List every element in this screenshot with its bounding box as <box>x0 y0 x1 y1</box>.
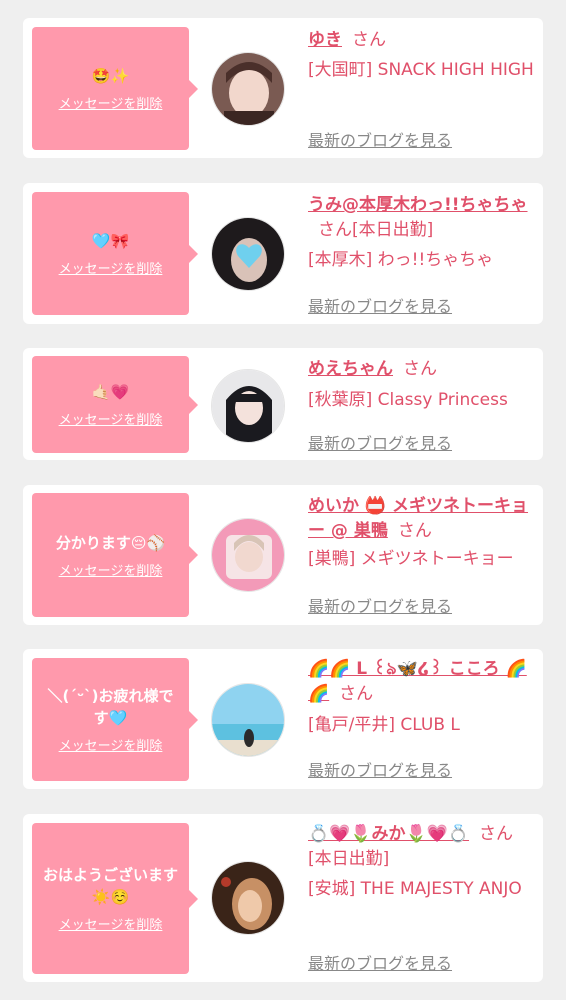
message-text: ＼(ˊᵕˋ)お疲れ様です🩵 <box>47 687 174 727</box>
shop-label: [秋葉原] Classy Princess <box>308 390 508 410</box>
profile-name-link[interactable]: ゆき <box>308 30 342 50</box>
delete-message-link[interactable]: メッセージを削除 <box>59 409 163 428</box>
message-bubble: ＼(ˊᵕˋ)お疲れ様です🩵 メッセージを削除 <box>32 658 198 781</box>
shop-label: [大国町] SNACK HIGH HIGH <box>308 60 534 80</box>
message-bubble: おはようございます☀️☺️ メッセージを削除 <box>32 823 198 974</box>
honorific: さん <box>479 824 514 844</box>
profile-info: めえちゃん さん [秋葉原] Classy Princess <box>308 357 536 414</box>
avatar[interactable] <box>211 217 285 291</box>
shop-label: [本厚木] わっ!!ちゃちゃ <box>308 250 494 270</box>
message-bubble: 🤩✨ メッセージを削除 <box>32 27 198 150</box>
honorific: さん <box>403 359 437 379</box>
message-list: 🤩✨ メッセージを削除 ゆき さん [大国町] SNACK HIGH HIGH 最… <box>0 0 566 1000</box>
message-bubble: 🤙🏻💗 メッセージを削除 <box>32 356 198 453</box>
shop-label: [亀戸/平井] CLUB L <box>308 715 460 735</box>
delete-message-link[interactable]: メッセージを削除 <box>59 914 163 933</box>
honorific: さん <box>318 220 352 240</box>
honorific: さん <box>397 521 432 541</box>
avatar[interactable] <box>211 861 285 935</box>
blog-link[interactable]: 最新のブログを見る <box>308 950 452 974</box>
delete-message-link[interactable]: メッセージを削除 <box>59 560 163 579</box>
message-text: 🩵🎀 <box>91 232 130 250</box>
blog-link[interactable]: 最新のブログを見る <box>308 127 452 151</box>
avatar[interactable] <box>211 683 285 757</box>
blog-link[interactable]: 最新のブログを見る <box>308 293 452 317</box>
profile-info: めいか 📛 メギツネトーキョー @ 巣鴨 さん [巣鴨] メギツネトーキョー <box>308 494 536 573</box>
delete-message-link[interactable]: メッセージを削除 <box>59 258 163 277</box>
shop-label: [安城] THE MAJESTY ANJO <box>308 879 522 899</box>
blog-link[interactable]: 最新のブログを見る <box>308 593 452 617</box>
profile-info: うみ@本厚木わっ!!ちゃちゃさん[本日出勤] [本厚木] わっ!!ちゃちゃ <box>308 193 536 274</box>
message-bubble: 🩵🎀 メッセージを削除 <box>32 192 198 315</box>
message-bubble: 分かります😔⚾ メッセージを削除 <box>32 493 198 617</box>
message-text: おはようございます☀️☺️ <box>42 866 178 906</box>
list-item: おはようございます☀️☺️ メッセージを削除 💍💗🌷みか🌷💗💍 さん [本日出勤] … <box>23 814 543 982</box>
list-item: 🤩✨ メッセージを削除 ゆき さん [大国町] SNACK HIGH HIGH 最… <box>23 18 543 158</box>
message-text: 🤙🏻💗 <box>91 383 130 401</box>
avatar[interactable] <box>211 52 285 126</box>
avatar[interactable] <box>211 518 285 592</box>
blog-link[interactable]: 最新のブログを見る <box>308 757 452 781</box>
honorific: さん <box>339 684 374 704</box>
profile-info: 🌈🌈 L ꒰ঌ🦋໒꒱ こころ 🌈🌈 さん [亀戸/平井] CLUB L <box>308 657 536 739</box>
avatar[interactable] <box>211 369 285 443</box>
message-text: 🤩✨ <box>91 67 130 85</box>
status-badge: [本日出勤] <box>308 849 390 869</box>
profile-name-link[interactable]: 💍💗🌷みか🌷💗💍 <box>308 824 469 844</box>
list-item: 🤙🏻💗 メッセージを削除 めえちゃん さん [秋葉原] Classy Prince… <box>23 348 543 460</box>
list-item: ＼(ˊᵕˋ)お疲れ様です🩵 メッセージを削除 🌈🌈 L ꒰ঌ🦋໒꒱ こころ 🌈🌈… <box>23 649 543 789</box>
list-item: 🩵🎀 メッセージを削除 うみ@本厚木わっ!!ちゃちゃさん[本日出勤] [本厚木]… <box>23 183 543 324</box>
status-badge: [本日出勤] <box>352 220 434 240</box>
blog-link[interactable]: 最新のブログを見る <box>308 430 452 454</box>
profile-info: 💍💗🌷みか🌷💗💍 さん [本日出勤] [安城] THE MAJESTY ANJO <box>308 822 536 903</box>
profile-name-link[interactable]: うみ@本厚木わっ!!ちゃちゃ <box>308 195 528 215</box>
honorific: さん <box>352 30 386 50</box>
message-text: 分かります😔⚾ <box>55 533 166 552</box>
profile-name-link[interactable]: めえちゃん <box>308 359 393 379</box>
delete-message-link[interactable]: メッセージを削除 <box>59 735 163 754</box>
profile-info: ゆき さん [大国町] SNACK HIGH HIGH <box>308 28 536 84</box>
list-item: 分かります😔⚾ メッセージを削除 めいか 📛 メギツネトーキョー @ 巣鴨 さん … <box>23 485 543 625</box>
delete-message-link[interactable]: メッセージを削除 <box>59 93 163 112</box>
shop-label: [巣鴨] メギツネトーキョー <box>308 549 514 569</box>
